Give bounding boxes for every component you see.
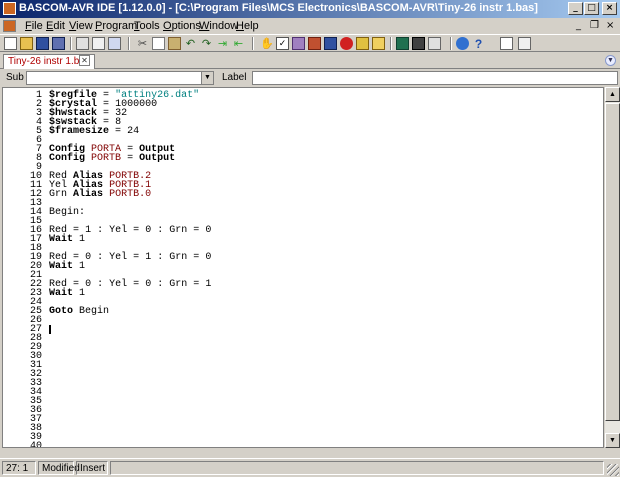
toolbar-separator xyxy=(252,37,254,50)
save-all-icon[interactable] xyxy=(52,37,65,50)
scroll-down-icon[interactable]: ▼ xyxy=(605,433,620,448)
help-icon[interactable]: ? xyxy=(472,37,485,51)
window-title: BASCOM-AVR IDE [1.12.0.0] - [C:\Program … xyxy=(19,2,538,14)
simulate-icon[interactable] xyxy=(324,37,337,50)
code-editor[interactable]: 1 $regfile = "attiny26.dat" 2 $crystal = 10… xyxy=(2,87,604,448)
code-line[interactable]: $framesize = 24 xyxy=(49,127,139,137)
undo-icon[interactable]: ↶ xyxy=(184,37,197,50)
insert-mode-indicator: Insert xyxy=(76,461,108,475)
open-folder-icon[interactable] xyxy=(20,37,33,50)
label-label: Label xyxy=(222,72,247,83)
maximize-button[interactable]: □ xyxy=(584,2,599,15)
font-icon[interactable] xyxy=(428,37,441,50)
vertical-scrollbar[interactable]: ▲ ▼ xyxy=(604,87,620,448)
save-icon[interactable] xyxy=(36,37,49,50)
code-line[interactable]: Goto Begin xyxy=(49,307,109,317)
sub-combo[interactable]: ▼ xyxy=(26,71,214,85)
text-caret xyxy=(49,325,51,334)
toolbar-separator xyxy=(70,37,72,50)
code-line[interactable]: Grn Alias PORTB.0 xyxy=(49,190,151,200)
navigation-bar: Sub ▼ Label xyxy=(0,70,620,86)
document-icon[interactable] xyxy=(3,20,16,32)
resize-grip[interactable] xyxy=(607,464,619,476)
about-icon[interactable] xyxy=(456,37,469,50)
indent-icon[interactable]: ⇥ xyxy=(216,37,229,50)
menu-window[interactable]: Window xyxy=(199,20,238,32)
menu-options[interactable]: Options xyxy=(163,20,201,32)
program-chip-icon[interactable] xyxy=(308,37,321,50)
toolbar-separator xyxy=(450,37,452,50)
menu-bar: File Edit View Program Tools Options Win… xyxy=(0,18,620,34)
document-tab-strip: Tiny-26 instr 1.bas ✕ ▼ xyxy=(0,53,620,69)
syntax-check-icon[interactable]: ✓ xyxy=(276,37,289,50)
status-message xyxy=(110,461,604,475)
toolbar: ✂ ↶ ↷ ⇥ ⇤ ✋ ✓ ? xyxy=(0,34,620,52)
options-icon[interactable] xyxy=(372,37,385,50)
lcd-designer-icon[interactable] xyxy=(396,37,409,50)
menu-tools[interactable]: Tools xyxy=(134,20,160,32)
menu-help[interactable]: Help xyxy=(236,20,259,32)
close-button[interactable]: × xyxy=(602,2,617,15)
code-line[interactable]: Wait 1 xyxy=(49,235,85,245)
scroll-up-icon[interactable]: ▲ xyxy=(605,87,620,102)
tab-scroll-icon[interactable]: ▼ xyxy=(605,55,616,66)
redo-icon[interactable]: ↷ xyxy=(200,37,213,50)
stop-icon[interactable] xyxy=(340,37,353,50)
code-line[interactable]: Wait 1 xyxy=(49,289,85,299)
toolbar-separator xyxy=(390,37,392,50)
toolbar-separator xyxy=(128,37,130,50)
app-icon[interactable] xyxy=(3,2,16,15)
code-line[interactable]: Wait 1 xyxy=(49,262,85,272)
menu-program[interactable]: Program xyxy=(95,20,137,32)
mdi-minimize-icon[interactable]: _ xyxy=(576,20,581,31)
tab-close-icon[interactable]: ✕ xyxy=(79,55,90,66)
cursor-position: 27: 1 xyxy=(2,461,36,475)
copy-icon[interactable] xyxy=(152,37,165,50)
line-number: 40 xyxy=(29,441,42,448)
mdi-restore-icon[interactable]: ❐ xyxy=(590,20,599,31)
zoom-icon[interactable] xyxy=(108,37,121,50)
paste-icon[interactable] xyxy=(168,37,181,50)
menu-file[interactable]: File xyxy=(25,20,43,32)
print-preview-icon[interactable] xyxy=(92,37,105,50)
find-next-icon[interactable] xyxy=(518,37,531,50)
label-combo[interactable] xyxy=(252,71,618,85)
scroll-thumb[interactable] xyxy=(605,103,620,421)
find-icon[interactable] xyxy=(500,37,513,50)
print-icon[interactable] xyxy=(76,37,89,50)
unindent-icon[interactable]: ⇤ xyxy=(232,37,245,50)
minimize-button[interactable]: _ xyxy=(568,2,583,15)
cut-icon[interactable]: ✂ xyxy=(136,37,149,50)
status-bar: 27: 1 Modified Insert xyxy=(0,458,620,477)
chevron-down-icon[interactable]: ▼ xyxy=(201,72,213,84)
modified-indicator: Modified xyxy=(38,461,80,475)
new-file-icon[interactable] xyxy=(4,37,17,50)
chip-icon[interactable] xyxy=(412,37,425,50)
code-line[interactable]: Begin: xyxy=(49,208,85,218)
compile-icon[interactable] xyxy=(292,37,305,50)
title-bar: BASCOM-AVR IDE [1.12.0.0] - [C:\Program … xyxy=(0,0,620,18)
mdi-close-icon[interactable]: × xyxy=(606,20,614,31)
menu-view[interactable]: View xyxy=(69,20,93,32)
menu-edit[interactable]: Edit xyxy=(46,20,65,32)
sub-label: Sub xyxy=(6,72,24,83)
bookmark-icon[interactable]: ✋ xyxy=(260,37,274,50)
terminal-icon[interactable] xyxy=(356,37,369,50)
code-line[interactable]: Config PORTB = Output xyxy=(49,154,175,164)
